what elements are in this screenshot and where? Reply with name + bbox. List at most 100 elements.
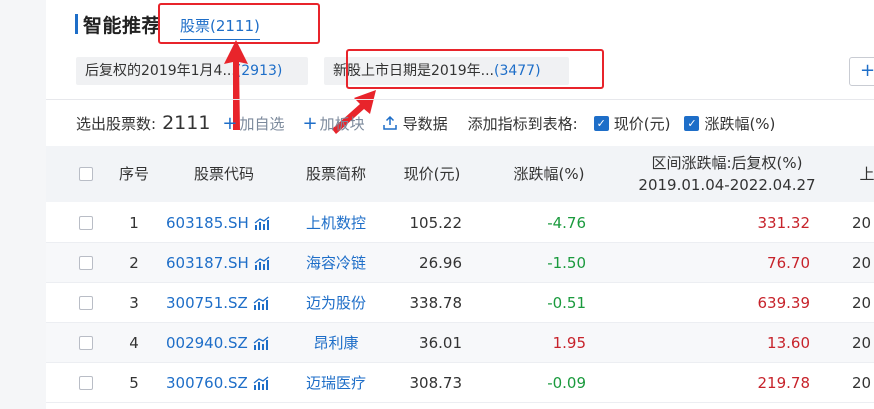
row-range-change: 639.39 [757, 294, 811, 312]
row-checkbox[interactable] [79, 336, 93, 350]
header-range-change[interactable]: 区间涨跌幅:后复权(%) 2019.01.04-2022.04.27 [632, 146, 822, 202]
plus-icon: + [222, 112, 238, 134]
plus-icon: + [302, 112, 318, 134]
header-name[interactable]: 股票简称 [291, 146, 381, 202]
row-index: 5 [129, 374, 139, 392]
add-watchlist-button[interactable]: + 加自选 [222, 113, 284, 134]
table-row[interactable]: 3 300751.SZ 迈为股份 338.78 -0.51 639.39 20 [46, 283, 874, 323]
row-checkbox[interactable] [79, 376, 93, 390]
stock-code[interactable]: 603187.SH [166, 243, 249, 283]
row-price: 308.73 [409, 374, 463, 392]
checkbox-unchecked-icon [79, 296, 93, 310]
row-change: 1.95 [552, 334, 586, 352]
table-row[interactable]: 1 603185.SH 上机数控 105.22 -4.76 331.32 20 [46, 203, 874, 243]
left-sidebar-strip [0, 0, 46, 409]
row-stock-name[interactable]: 迈瑞医疗 [291, 363, 381, 403]
row-price: 26.96 [419, 254, 462, 272]
row-change: -0.09 [547, 374, 586, 392]
row-next-column: 20 [852, 214, 872, 232]
row-index: 1 [129, 214, 139, 232]
row-checkbox[interactable] [79, 256, 93, 270]
indicator-change-label: 涨跌幅(%) [704, 114, 776, 133]
row-code[interactable]: 603187.SH [166, 243, 270, 283]
select-all-checkbox[interactable] [79, 146, 93, 202]
add-condition-button[interactable]: + [849, 57, 874, 86]
row-price: 338.78 [409, 294, 463, 312]
trend-chart-icon[interactable] [253, 296, 269, 310]
row-code[interactable]: 002940.SZ [166, 323, 269, 363]
title-accent-bar [75, 14, 78, 34]
header-range-title: 区间涨跌幅:后复权(%) [651, 154, 803, 172]
row-range-change: 219.78 [757, 374, 811, 392]
stock-code[interactable]: 002940.SZ [166, 323, 248, 363]
table-row[interactable]: 2 603187.SH 海容冷链 26.96 -1.50 76.70 20 [46, 243, 874, 283]
row-stock-name[interactable]: 迈为股份 [291, 283, 381, 323]
header-code[interactable]: 股票代码 [166, 146, 282, 202]
stock-code[interactable]: 300760.SZ [166, 363, 248, 403]
row-price: 105.22 [409, 214, 463, 232]
export-data-button[interactable]: 导数据 [382, 113, 448, 134]
row-index: 4 [129, 334, 139, 352]
row-change: -0.51 [547, 294, 586, 312]
trend-chart-icon[interactable] [253, 376, 269, 390]
header-price[interactable]: 现价(元) [392, 146, 472, 202]
add-indicator-label: 添加指标到表格: [467, 114, 578, 133]
page-title: 智能推荐 [83, 15, 162, 37]
export-icon [382, 116, 397, 130]
row-stock-name[interactable]: 上机数控 [291, 203, 381, 243]
row-next-column: 20 [852, 374, 872, 392]
row-index: 2 [129, 254, 139, 272]
indicator-checkbox-price[interactable]: ✓ 现价(元) [593, 113, 671, 134]
annotation-box-listing-date-chip [346, 49, 604, 89]
header-divider [46, 99, 874, 100]
row-code[interactable]: 603185.SH [166, 203, 270, 243]
smart-recommend-panel: 智能推荐 股票(2111) 后复权的2019年1月4...(2913) 新股上市… [46, 0, 874, 409]
row-next-column: 20 [852, 334, 872, 352]
stock-code[interactable]: 603185.SH [166, 203, 249, 243]
checkbox-unchecked-icon [79, 167, 93, 181]
annotation-box-stock-tab [158, 3, 320, 44]
header-range-dates: 2019.01.04-2022.04.27 [638, 176, 816, 194]
row-code[interactable]: 300751.SZ [166, 283, 269, 323]
row-range-change: 13.60 [767, 334, 810, 352]
row-stock-name[interactable]: 海容冷链 [291, 243, 381, 283]
row-change: -4.76 [547, 214, 586, 232]
stock-code[interactable]: 300751.SZ [166, 283, 248, 323]
checkbox-unchecked-icon [79, 336, 93, 350]
row-price: 36.01 [419, 334, 462, 352]
trend-chart-icon[interactable] [254, 256, 270, 270]
checkbox-unchecked-icon [79, 256, 93, 270]
row-index: 3 [129, 294, 139, 312]
row-stock-name[interactable]: 昂利康 [291, 323, 381, 363]
checkbox-unchecked-icon [79, 376, 93, 390]
checkbox-checked-icon: ✓ [593, 115, 609, 131]
header-change[interactable]: 涨跌幅(%) [504, 146, 594, 202]
checkbox-checked-icon: ✓ [684, 115, 700, 131]
table-row[interactable]: 4 002940.SZ 昂利康 36.01 1.95 13.60 20 [46, 323, 874, 363]
header-next-column[interactable]: 上 [860, 146, 874, 202]
add-block-button[interactable]: + 加板块 [303, 113, 365, 134]
add-watchlist-label: 加自选 [239, 114, 285, 133]
row-next-column: 20 [852, 294, 872, 312]
selected-count-label: 选出股票数: [76, 114, 157, 133]
indicator-price-label: 现价(元) [613, 114, 671, 133]
table-row[interactable]: 5 300760.SZ 迈瑞医疗 308.73 -0.09 219.78 20 [46, 363, 874, 403]
row-checkbox[interactable] [79, 296, 93, 310]
row-code[interactable]: 300760.SZ [166, 363, 269, 403]
row-checkbox[interactable] [79, 216, 93, 230]
row-range-change: 331.32 [757, 214, 811, 232]
row-change: -1.50 [547, 254, 586, 272]
result-toolbar: 选出股票数: 2111 + 加自选 + 加板块 导数据 添加指标到表格: ✓ 现价(元… [76, 110, 789, 136]
add-block-label: 加板块 [319, 114, 365, 133]
row-range-change: 76.70 [767, 254, 810, 272]
checkbox-unchecked-icon [79, 216, 93, 230]
row-next-column: 20 [852, 254, 872, 272]
chip-label: 后复权的2019年1月4... [85, 63, 236, 79]
header-index[interactable]: 序号 [106, 146, 162, 202]
indicator-checkbox-change[interactable]: ✓ 涨跌幅(%) [684, 113, 775, 134]
export-data-label: 导数据 [402, 114, 448, 133]
trend-chart-icon[interactable] [253, 336, 269, 350]
trend-chart-icon[interactable] [254, 216, 270, 230]
condition-chip-adjusted-price[interactable]: 后复权的2019年1月4...(2913) [76, 57, 308, 85]
table-header: 序号 股票代码 股票简称 现价(元) 涨跌幅(%) 区间涨跌幅:后复权(%) 2… [46, 146, 874, 202]
